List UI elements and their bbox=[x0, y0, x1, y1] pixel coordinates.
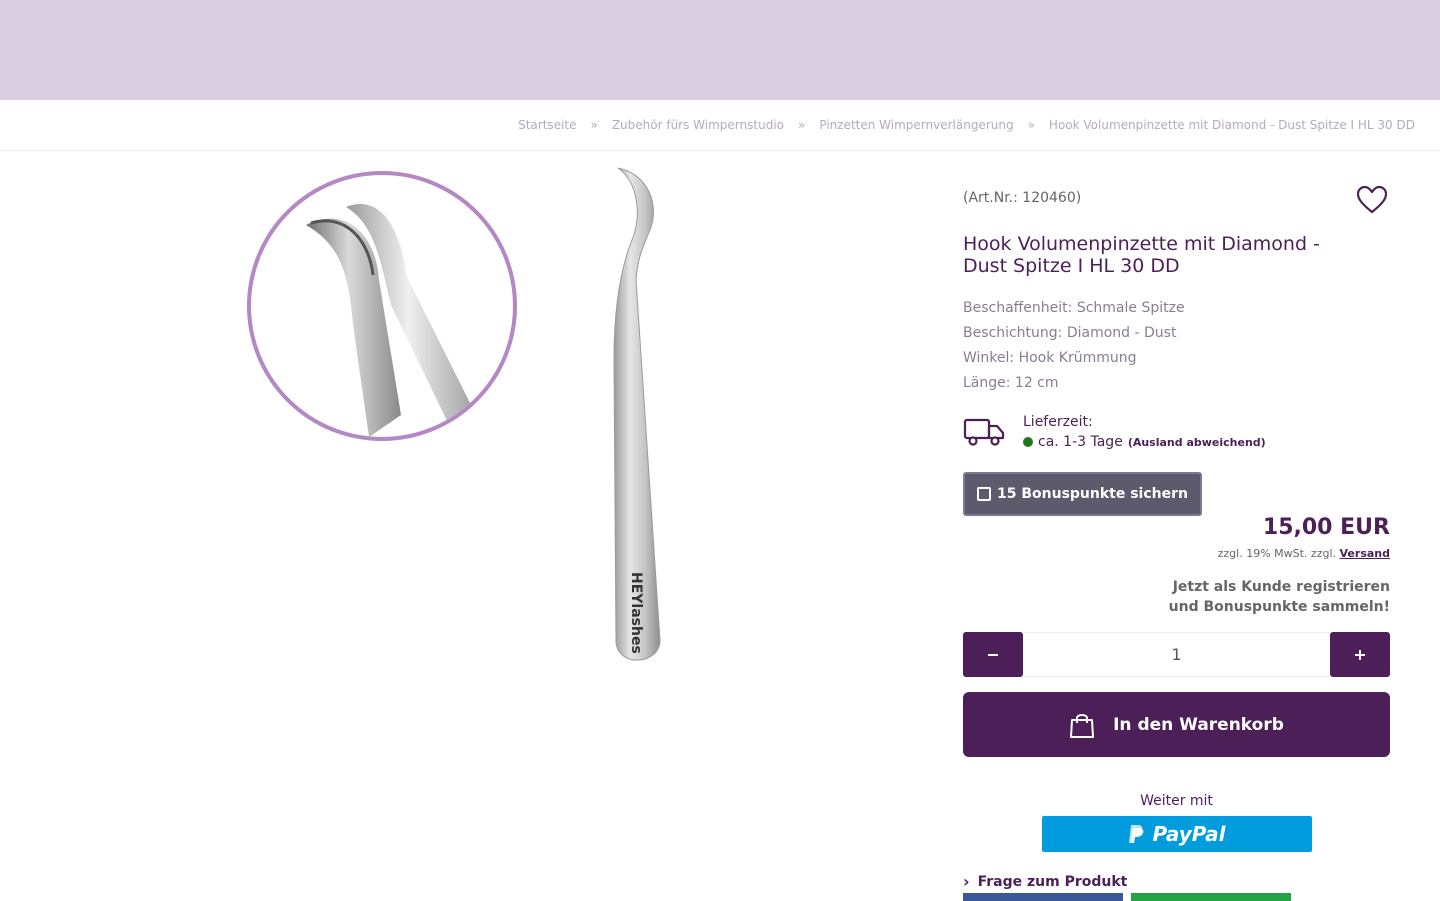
product-properties: Beschaffenheit: Schmale Spitze Beschicht… bbox=[963, 296, 1185, 396]
product-question-link[interactable]: › Frage zum Produkt bbox=[963, 872, 1127, 891]
delivery-value: ca. 1-3 Tage (Ausland abweichend) bbox=[1023, 434, 1266, 450]
breadcrumb-item-startseite[interactable]: Startseite bbox=[518, 118, 576, 132]
shopping-bag-icon bbox=[1070, 713, 1095, 738]
property-winkel: Winkel: Hook Krümmung bbox=[963, 350, 1137, 366]
truck-icon bbox=[963, 418, 1005, 446]
product-question-label: Frage zum Produkt bbox=[977, 873, 1128, 890]
breadcrumb-item-zubehoer[interactable]: Zubehör fürs Wimpernstudio bbox=[612, 118, 784, 132]
header-banner bbox=[0, 0, 1440, 100]
breadcrumb-separator: » bbox=[1027, 118, 1035, 132]
quantity-input[interactable] bbox=[1023, 632, 1330, 677]
plus-icon bbox=[1355, 649, 1365, 660]
property-beschaffenheit: Beschaffenheit: Schmale Spitze bbox=[963, 300, 1185, 316]
breadcrumb-bar: Startseite » Zubehör fürs Wimpernstudio … bbox=[0, 100, 1440, 151]
breadcrumb-separator: » bbox=[798, 118, 806, 132]
paypal-label: PayPal bbox=[1152, 822, 1226, 846]
product-price: 15,00 EUR bbox=[1262, 515, 1390, 540]
breadcrumb-item-pinzetten[interactable]: Pinzetten Wimpernverlängerung bbox=[819, 118, 1013, 132]
add-to-cart-label: In den Warenkorb bbox=[1113, 714, 1284, 735]
tax-info: zzgl. 19% MwSt. zzgl. Versand bbox=[1218, 547, 1390, 560]
article-number: (Art.Nr.: 120460) bbox=[963, 190, 1082, 206]
property-beschichtung: Beschichtung: Diamond - Dust bbox=[963, 325, 1177, 341]
add-to-cart-button[interactable]: In den Warenkorb bbox=[963, 692, 1390, 757]
property-laenge: Länge: 12 cm bbox=[963, 375, 1059, 391]
availability-dot-icon bbox=[1023, 437, 1033, 447]
quantity-stepper bbox=[963, 632, 1390, 677]
breadcrumb-separator: » bbox=[590, 118, 598, 132]
gift-icon bbox=[976, 487, 991, 501]
breadcrumb: Startseite » Zubehör fürs Wimpernstudio … bbox=[518, 118, 1415, 132]
paypal-p-icon bbox=[1129, 825, 1144, 843]
paypal-button[interactable]: PayPal bbox=[1042, 816, 1312, 852]
register-hint[interactable]: Jetzt als Kunde registrieren und Bonuspu… bbox=[1090, 577, 1390, 617]
register-line-2: und Bonuspunkte sammeln! bbox=[1168, 599, 1390, 615]
register-line-1: Jetzt als Kunde registrieren bbox=[1172, 579, 1390, 595]
product-title: Hook Volumenpinzette mit Diamond - Dust … bbox=[963, 233, 1320, 277]
heart-icon bbox=[1356, 185, 1388, 214]
bonus-points-button[interactable]: 15 Bonuspunkte sichern bbox=[963, 472, 1202, 516]
tax-text: zzgl. 19% MwSt. zzgl. bbox=[1217, 547, 1337, 560]
shipping-link[interactable]: Versand bbox=[1340, 547, 1390, 560]
quantity-increase-button[interactable] bbox=[1330, 632, 1390, 677]
tweezer-tip-zoom-image bbox=[247, 171, 517, 441]
minus-icon bbox=[988, 653, 998, 656]
delivery-info: Lieferzeit: ca. 1-3 Tage (Ausland abweic… bbox=[963, 412, 1390, 456]
chevron-right-icon: › bbox=[963, 872, 970, 891]
product-brand-text: HEYlashes bbox=[628, 572, 644, 654]
wishlist-button[interactable] bbox=[1356, 185, 1388, 215]
bonus-points-label: 15 Bonuspunkte sichern bbox=[996, 486, 1188, 502]
delivery-note: (Ausland abweichend) bbox=[1127, 435, 1266, 449]
breadcrumb-item-current: Hook Volumenpinzette mit Diamond - Dust … bbox=[1048, 118, 1415, 132]
delivery-time: ca. 1-3 Tage bbox=[1038, 434, 1123, 450]
delivery-label: Lieferzeit: bbox=[1023, 414, 1093, 430]
paypal-logo: PayPal bbox=[1128, 822, 1226, 846]
quantity-decrease-button[interactable] bbox=[963, 632, 1023, 677]
express-checkout-label: Weiter mit bbox=[1140, 793, 1213, 809]
product-gallery[interactable]: HEYlashes bbox=[240, 160, 700, 680]
